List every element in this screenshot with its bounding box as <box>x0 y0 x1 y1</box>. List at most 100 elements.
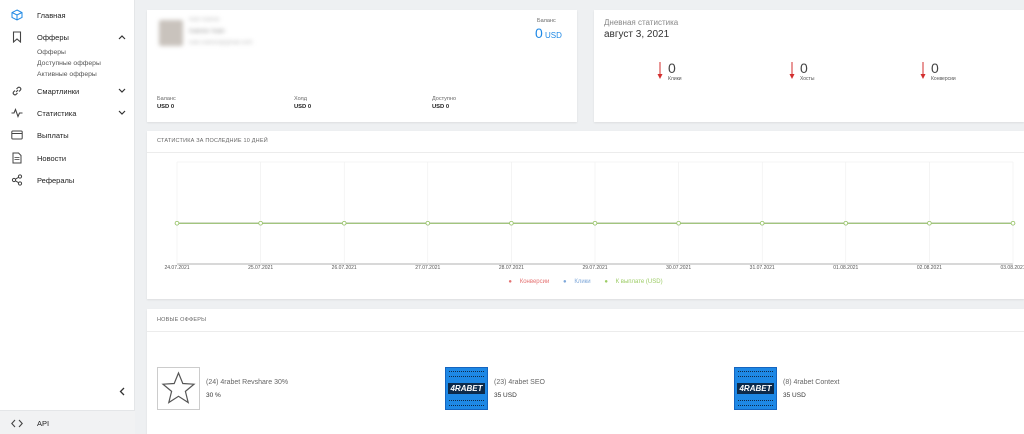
api-label: API <box>37 419 50 428</box>
offer-thumbnail[interactable]: 4RABET <box>734 367 777 410</box>
stat-balance-label: Баланс <box>157 96 176 102</box>
sidebar-subitem-available-offers[interactable]: Доступные офферы <box>37 60 101 67</box>
bookmark-icon <box>10 30 24 44</box>
x-tick-label: 26.07.2021 <box>331 265 357 271</box>
stat-hold-label: Холд <box>294 96 307 102</box>
cube-icon <box>10 8 24 22</box>
offer-title[interactable]: (8) 4rabet Context <box>783 379 839 386</box>
api-link[interactable]: API <box>0 410 135 434</box>
daily-conversions-value: 0 <box>931 60 939 76</box>
x-tick-label: 28.07.2021 <box>498 265 524 271</box>
credit-card-icon <box>10 128 24 142</box>
x-tick-label: 27.07.2021 <box>415 265 441 271</box>
star-icon <box>161 371 196 404</box>
data-point[interactable] <box>509 220 514 226</box>
data-point[interactable] <box>927 220 932 226</box>
sidebar-item-news[interactable]: Новости <box>0 149 135 167</box>
pulse-icon <box>10 106 24 120</box>
sidebar-subitem-active-offers[interactable]: Активные офферы <box>37 71 97 78</box>
legend-item-payout[interactable]: ● К выплате (USD) <box>601 279 665 285</box>
sidebar-item-offers[interactable]: Офферы <box>0 28 135 46</box>
x-tick-label: 30.07.2021 <box>666 265 692 271</box>
profile-username: Ivanov Ivan <box>189 28 225 35</box>
x-tick-label: 24.07.2021 <box>164 265 190 271</box>
offer-payout: 35 USD <box>494 392 517 399</box>
daily-clicks-value: 0 <box>668 60 676 76</box>
chevron-left-icon <box>119 387 125 395</box>
balance-display: 0 USD <box>535 25 562 41</box>
x-tick-label: 02.08.2021 <box>916 265 942 271</box>
daily-clicks-label: Клики <box>668 76 682 82</box>
arrow-down-icon <box>789 62 795 79</box>
sidebar-item-referrals[interactable]: Рефералы <box>0 171 135 189</box>
legend-item-clicks[interactable]: ● Клики <box>560 279 594 285</box>
x-tick-label: 01.08.2021 <box>833 265 859 271</box>
sidebar-item-label: Главная <box>37 10 66 20</box>
offer-payout: 30 % <box>206 392 221 399</box>
avatar <box>159 20 183 46</box>
share-icon <box>10 173 24 187</box>
divider <box>147 331 1024 332</box>
profile-email: ivan.ivanov@gmail.com <box>189 40 253 46</box>
offer-thumbnail[interactable] <box>157 367 200 410</box>
data-point[interactable] <box>258 220 263 226</box>
offer-thumbnail[interactable]: 4RABET <box>445 367 488 410</box>
daily-stats-card: Дневная статистика август 3, 2021 0 Клик… <box>594 10 1024 122</box>
sidebar-item-payouts[interactable]: Выплаты <box>0 126 135 144</box>
x-tick-label: 29.07.2021 <box>582 265 608 271</box>
line-chart <box>174 161 1016 265</box>
x-tick-label: 03.08.2021 <box>1000 265 1024 271</box>
daily-conversions-label: Конверсии <box>931 76 956 82</box>
data-point[interactable] <box>760 220 765 226</box>
sidebar-item-label: Офферы <box>37 32 69 42</box>
chevron-down-icon[interactable] <box>117 108 127 118</box>
collapse-sidebar-button[interactable] <box>116 385 128 397</box>
daily-stats-date: август 3, 2021 <box>604 29 670 40</box>
4rabet-logo-icon: 4RABET <box>737 383 774 394</box>
stat-balance-value: USD 0 <box>157 104 175 110</box>
daily-hosts-value: 0 <box>800 60 808 76</box>
data-point[interactable] <box>341 220 347 226</box>
sidebar-item-label: Новости <box>37 153 67 163</box>
data-point[interactable] <box>1010 220 1016 226</box>
4rabet-logo-icon: 4RABET <box>448 383 485 394</box>
daily-hosts-label: Хосты <box>800 76 815 82</box>
daily-hosts: 0 Хосты <box>784 58 844 88</box>
chevron-down-icon[interactable] <box>117 86 127 96</box>
arrow-down-icon <box>920 62 926 79</box>
document-icon <box>10 151 24 165</box>
balance-currency: USD <box>545 31 562 40</box>
data-point[interactable] <box>592 220 598 226</box>
sidebar-item-home[interactable]: Главная <box>0 6 135 24</box>
legend-label: К выплате (USD) <box>615 279 663 285</box>
chevron-up-icon[interactable] <box>117 32 127 42</box>
daily-clicks: 0 Клики <box>652 58 712 88</box>
offer-payout: 35 USD <box>783 392 806 399</box>
data-point[interactable] <box>676 220 681 226</box>
sidebar-item-label: Рефералы <box>37 175 75 185</box>
legend-item-conversions[interactable]: ● Конверсии <box>505 279 552 285</box>
balance-label: Баланс <box>537 18 556 24</box>
data-point[interactable] <box>425 220 430 226</box>
data-point[interactable] <box>843 220 848 226</box>
code-icon <box>10 416 24 430</box>
x-tick-label: 25.07.2021 <box>248 265 274 271</box>
legend-label: Конверсии <box>519 279 550 285</box>
sidebar-item-statistics[interactable]: Статистика <box>0 104 135 122</box>
daily-conversions: 0 Конверсии <box>915 58 975 88</box>
chart-legend: ● Конверсии ● Клики ● К выплате (USD) <box>147 279 1024 285</box>
stat-available-value: USD 0 <box>432 104 450 110</box>
sidebar-subitem-offers[interactable]: Офферы <box>37 49 66 56</box>
link-icon <box>10 84 24 98</box>
sidebar-item-label: Смартлинки <box>37 86 80 96</box>
profile-name: Ivan Ivanov <box>189 17 220 23</box>
sidebar-item-smartlinks[interactable]: Смартлинки <box>0 82 135 100</box>
daily-stats-title: Дневная статистика <box>604 18 679 27</box>
offer-title[interactable]: (23) 4rabet SEO <box>494 379 545 386</box>
balance-value: 0 <box>535 25 543 41</box>
offer-title[interactable]: (24) 4rabet Revshare 30% <box>206 379 288 386</box>
legend-label: Клики <box>574 279 591 285</box>
data-point[interactable] <box>174 220 180 226</box>
stat-hold-value: USD 0 <box>294 104 312 110</box>
profile-card: Ivan Ivanov Ivanov Ivan ivan.ivanov@gmai… <box>147 10 577 122</box>
